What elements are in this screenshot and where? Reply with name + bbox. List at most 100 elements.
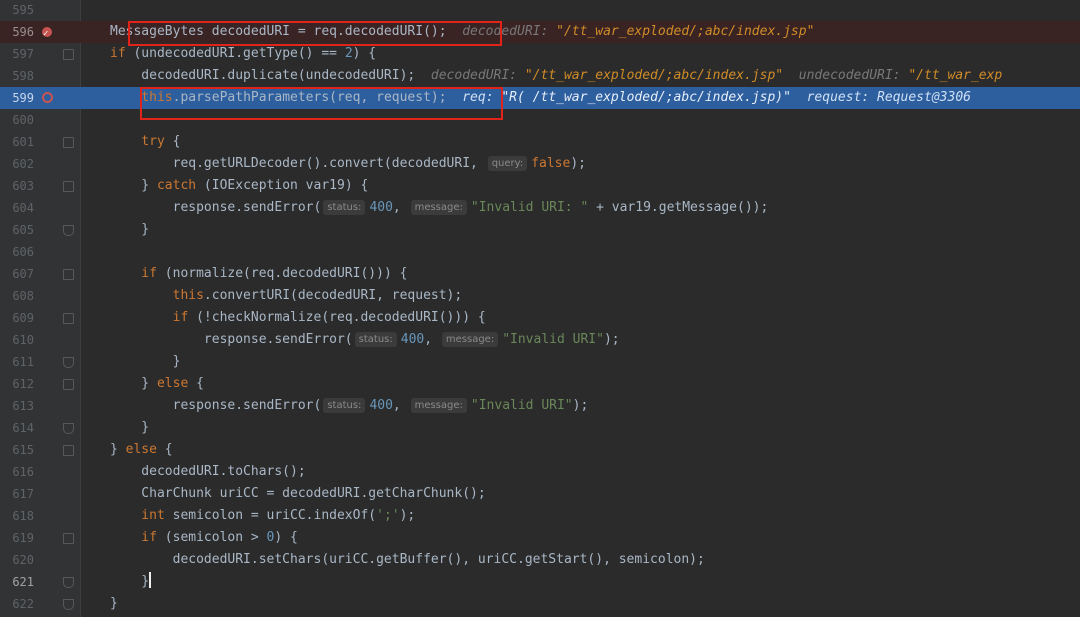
code-token: }: [110, 178, 157, 193]
code-line[interactable]: 600: [0, 109, 1080, 131]
code-text: this.convertURI(decodedURI, request);: [110, 285, 463, 307]
code-line[interactable]: 618 int semicolon = uriCC.indexOf(';');: [0, 505, 1080, 527]
fold-marker-icon[interactable]: [63, 533, 74, 544]
code-line[interactable]: 606: [0, 241, 1080, 263]
code-line[interactable]: 602 req.getURLDecoder().convert(decodedU…: [0, 153, 1080, 175]
code-token: (!checkNormalize(req.decodedURI())) {: [188, 310, 486, 325]
fold-marker-icon[interactable]: [63, 357, 74, 368]
line-number: 619: [12, 531, 34, 545]
code-line[interactable]: 621 }: [0, 571, 1080, 593]
code-line[interactable]: 611 }: [0, 351, 1080, 373]
breakpoint-disabled-icon[interactable]: [42, 92, 53, 103]
code-token: );: [399, 508, 416, 523]
code-token: (IOException var19) {: [196, 178, 369, 193]
code-line[interactable]: 603 } catch (IOException var19) {: [0, 175, 1080, 197]
line-number: 617: [12, 487, 34, 501]
code-line[interactable]: 604 response.sendError(status: 400, messa…: [0, 197, 1080, 219]
code-line[interactable]: 598 decodedURI.duplicate(undecodedURI); …: [0, 65, 1080, 87]
inline-debug-label: request: Request@3306: [790, 90, 971, 105]
code-token: }: [110, 376, 157, 391]
code-line[interactable]: 599 this.parsePathParameters(req, reques…: [0, 87, 1080, 109]
code-token: "Invalid URI: ": [470, 200, 589, 215]
code-token: .convertURI(decodedURI, request);: [203, 288, 463, 303]
code-line[interactable]: 616 decodedURI.toChars();: [0, 461, 1080, 483]
code-text: if (normalize(req.decodedURI())) {: [110, 263, 407, 285]
breakpoint-icon[interactable]: [42, 23, 52, 45]
inline-debug-value: "/tt_war_exploded/;abc/index.jsp": [556, 24, 815, 39]
code-line[interactable]: 595: [0, 0, 1080, 21]
line-number: 603: [12, 179, 34, 193]
fold-marker-icon[interactable]: [63, 269, 74, 280]
fold-marker-icon[interactable]: [63, 137, 74, 148]
code-text: if (undecodedURI.getType() == 2) {: [110, 43, 376, 65]
code-line[interactable]: 617 CharChunk uriCC = decodedURI.getChar…: [0, 483, 1080, 505]
inline-debug-value: "R( /tt_war_exploded/;abc/index.jsp)": [501, 90, 791, 105]
code-token: else: [156, 376, 189, 391]
line-number: 598: [12, 69, 34, 83]
fold-marker-icon[interactable]: [63, 445, 74, 456]
line-number: 620: [12, 553, 34, 567]
code-token: decodedURI.toChars();: [110, 464, 306, 479]
code-token: );: [603, 332, 620, 347]
code-line[interactable]: 622}: [0, 593, 1080, 615]
code-token: catch: [156, 178, 197, 193]
code-text: if (semicolon > 0) {: [110, 527, 298, 549]
code-token: }: [110, 574, 150, 589]
code-token: "Invalid URI": [470, 398, 573, 413]
line-number: 616: [12, 465, 34, 479]
code-text: }: [110, 219, 149, 241]
code-line[interactable]: 607 if (normalize(req.decodedURI())) {: [0, 263, 1080, 285]
code-line[interactable]: 609 if (!checkNormalize(req.decodedURI()…: [0, 307, 1080, 329]
code-token: }: [110, 354, 181, 369]
code-token: false: [531, 156, 571, 171]
code-token: (semicolon >: [156, 530, 267, 545]
code-line[interactable]: 601 try {: [0, 131, 1080, 153]
code-token: {: [188, 376, 204, 391]
code-token: CharChunk uriCC = decodedURI.getCharChun…: [110, 486, 486, 501]
code-line[interactable]: 597 if (undecodedURI.getType() == 2) {: [0, 43, 1080, 65]
code-text: req.getURLDecoder().convert(decodedURI, …: [110, 153, 586, 175]
line-number: 611: [12, 355, 34, 369]
fold-marker-icon[interactable]: [63, 49, 74, 60]
code-token: response.sendError(: [110, 200, 322, 215]
code-line[interactable]: 614 }: [0, 417, 1080, 439]
code-line[interactable]: 596 MessageBytes decodedURI = req.decoded…: [0, 21, 1080, 45]
code-line[interactable]: 605 }: [0, 219, 1080, 241]
parameter-hint: status:: [323, 200, 366, 215]
code-token: }: [110, 420, 150, 435]
code-line[interactable]: 620 decodedURI.setChars(uriCC.getBuffer(…: [0, 549, 1080, 571]
code-token: (undecodedURI.getType() ==: [125, 46, 345, 61]
line-number: 621: [12, 575, 34, 589]
code-editor[interactable]: 595 596 MessageBytes decodedURI = req.deco…: [0, 0, 1080, 617]
fold-marker-icon[interactable]: [63, 379, 74, 390]
code-token: (normalize(req.decodedURI())) {: [156, 266, 408, 281]
code-line[interactable]: 608 this.convertURI(decodedURI, request)…: [0, 285, 1080, 307]
code-token: }: [110, 596, 118, 611]
fold-marker-icon[interactable]: [63, 577, 74, 588]
fold-marker-icon[interactable]: [63, 225, 74, 236]
code-token: 400: [400, 332, 425, 347]
line-number: 597: [12, 47, 34, 61]
code-line[interactable]: 619 if (semicolon > 0) {: [0, 527, 1080, 549]
code-token: if: [110, 46, 126, 61]
code-line[interactable]: 615} else {: [0, 439, 1080, 461]
fold-marker-icon[interactable]: [63, 313, 74, 324]
fold-marker-icon[interactable]: [63, 181, 74, 192]
line-number: 606: [12, 245, 34, 259]
code-line[interactable]: 612 } else {: [0, 373, 1080, 395]
code-text: CharChunk uriCC = decodedURI.getCharChun…: [110, 483, 486, 505]
fold-marker-icon[interactable]: [63, 423, 74, 434]
fold-marker-icon[interactable]: [63, 599, 74, 610]
code-token: {: [156, 442, 173, 457]
code-token: ,: [392, 200, 409, 215]
inline-debug-label: undecodedURI:: [783, 68, 909, 83]
code-token: MessageBytes decodedURI = req.decodedURI…: [110, 24, 447, 39]
code-token: ,: [392, 398, 409, 413]
code-token: 2: [344, 46, 353, 61]
code-line[interactable]: 610 response.sendError(status: 400, messa…: [0, 329, 1080, 351]
code-token: decodedURI.setChars(uriCC.getBuffer(), u…: [110, 552, 705, 567]
code-line[interactable]: 613 response.sendError(status: 400, messa…: [0, 395, 1080, 417]
code-token: + var19.getMessage());: [588, 200, 769, 215]
code-token: semicolon = uriCC.indexOf(: [164, 508, 377, 523]
line-number: 609: [12, 311, 34, 325]
